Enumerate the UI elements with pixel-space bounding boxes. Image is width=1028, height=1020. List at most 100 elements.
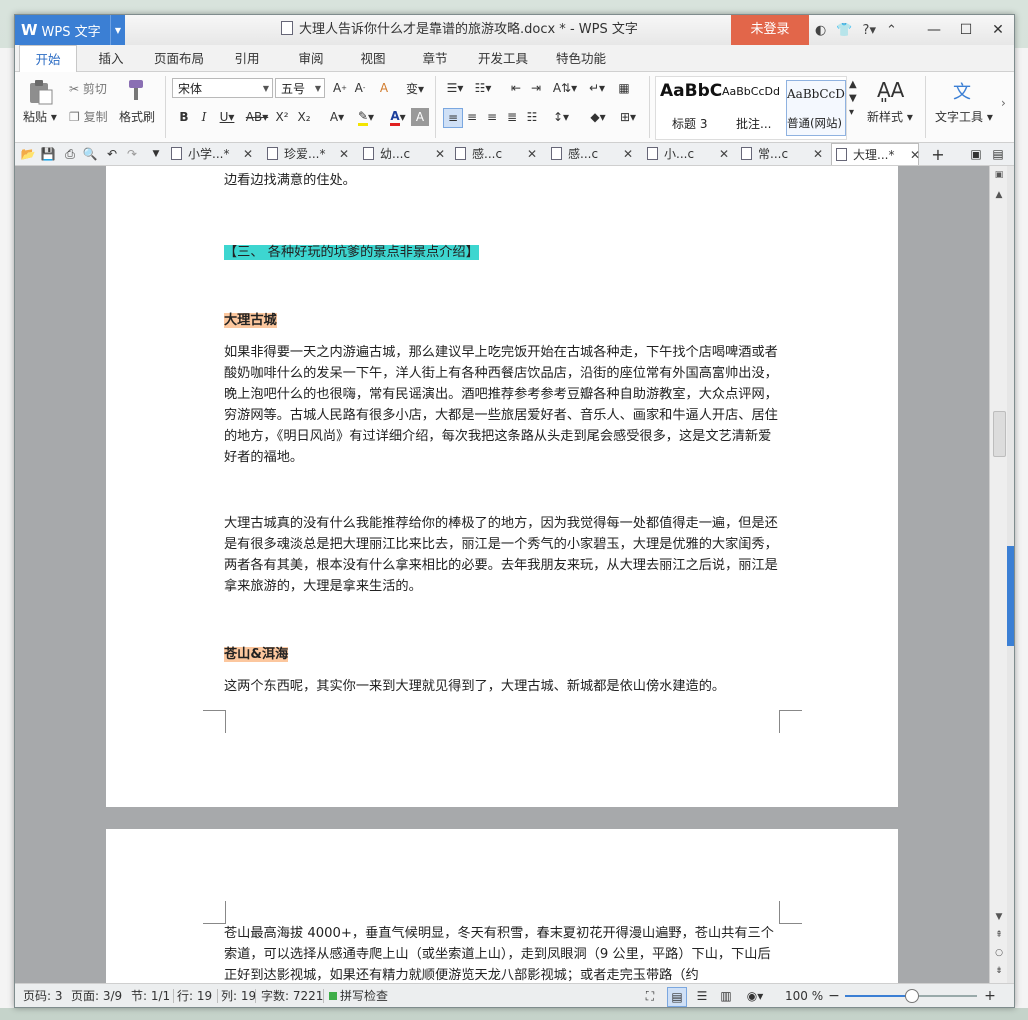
copy-button[interactable]: ❐ 复制 — [69, 108, 108, 125]
style-comment[interactable]: AaBbCcDd 批注... — [722, 81, 782, 135]
doc-tab[interactable]: 常...c ✕ — [741, 143, 823, 165]
redo-icon[interactable]: ↷ — [123, 145, 141, 163]
doc-tab[interactable]: 珍爱...* ✕ — [267, 143, 349, 165]
chevron-down-icon[interactable]: ▼ — [110, 15, 125, 45]
tab-view[interactable]: 视图 — [353, 45, 393, 71]
cut-button[interactable]: ✂ 剪切 — [69, 80, 107, 97]
prev-page-icon[interactable]: ⇞ — [993, 930, 1005, 940]
shrink-font-icon[interactable]: A- — [351, 79, 369, 97]
select-browse-icon[interactable]: ○ — [993, 948, 1005, 958]
line-spacing-icon[interactable]: ↕▾ — [549, 108, 573, 126]
subscript-icon[interactable]: X₂ — [295, 108, 313, 126]
status-row[interactable]: 行: 19 — [177, 984, 212, 1007]
style-gallery-scroll[interactable]: ▲ ▼ ▾ — [849, 78, 857, 120]
new-style-button[interactable]: 新样式 ▾ — [867, 108, 913, 125]
close-tab-icon[interactable]: ✕ — [435, 143, 445, 165]
grow-font-icon[interactable]: A + — [331, 79, 349, 97]
scroll-up-icon[interactable]: ▲ — [993, 190, 1005, 200]
align-center-icon[interactable]: ≡ — [463, 108, 481, 126]
close-tab-icon[interactable]: ✕ — [719, 143, 729, 165]
zoom-in-icon[interactable]: + — [981, 987, 999, 1005]
clear-format-icon[interactable]: A — [375, 79, 393, 97]
font-size-select[interactable]: 五号 ▼ — [275, 78, 325, 98]
status-word-count[interactable]: 字数: 7221 — [261, 984, 323, 1007]
tab-review[interactable]: 审阅 — [291, 45, 331, 71]
help-button[interactable]: ?▾ — [863, 23, 876, 38]
tab-developer[interactable]: 开发工具 — [475, 45, 531, 71]
tab-references[interactable]: 引用 — [227, 45, 267, 71]
superscript-icon[interactable]: X² — [273, 108, 291, 126]
char-shading-icon[interactable]: A — [411, 108, 429, 126]
tab-home[interactable]: 开始 — [19, 45, 77, 73]
numbered-list-icon[interactable]: ☷▾ — [471, 79, 495, 97]
close-tab-icon[interactable]: ✕ — [527, 143, 537, 165]
doc-tab[interactable]: 小...c ✕ — [647, 143, 729, 165]
app-menu-button[interactable]: W WPS 文字 ▼ — [15, 15, 125, 45]
tab-page-layout[interactable]: 页面布局 — [149, 45, 209, 71]
task-pane-toggle[interactable] — [1007, 546, 1014, 646]
eye-protect-icon[interactable]: ◉▾ — [741, 987, 769, 1005]
tab-menu-icon[interactable]: ▤ — [989, 145, 1007, 163]
paste-button[interactable] — [27, 78, 57, 106]
close-tab-icon[interactable]: ✕ — [813, 143, 823, 165]
increase-indent-icon[interactable]: ⇥ — [527, 79, 545, 97]
zoom-slider-knob[interactable] — [905, 989, 919, 1003]
spell-check-button[interactable]: 拼写检查 — [329, 984, 388, 1007]
text-tools-button[interactable]: 文字工具 ▾ — [935, 108, 993, 125]
tab-list-icon[interactable]: ▣ — [967, 145, 985, 163]
print-icon[interactable]: ⎙ — [61, 145, 79, 163]
reading-view-icon[interactable]: ▥ — [717, 987, 735, 1005]
phonetic-guide-icon[interactable]: 变▾ — [401, 79, 429, 97]
doc-tab[interactable]: 感...c ✕ — [455, 143, 537, 165]
collapse-ribbon-icon[interactable]: ⌃ — [886, 23, 897, 38]
skin-icon[interactable]: 👕 — [836, 23, 852, 38]
zoom-out-icon[interactable]: − — [825, 987, 843, 1005]
underline-icon[interactable]: U▾ — [215, 108, 239, 126]
close-tab-icon[interactable]: ✕ — [243, 143, 253, 165]
tab-insert[interactable]: 插入 — [91, 45, 131, 71]
tab-special-features[interactable]: 特色功能 — [551, 45, 611, 71]
save-icon[interactable]: 💾 — [39, 145, 57, 163]
vertical-scrollbar[interactable]: ▣ ▲ ▼ ⇞ ○ ⇟ — [989, 166, 1008, 983]
bold-icon[interactable]: B — [175, 108, 193, 126]
ribbon-more-icon[interactable]: › — [1001, 96, 1006, 110]
paste-label-button[interactable]: 粘贴 ▾ — [23, 108, 57, 125]
style-normal-web[interactable]: AaBbCcDd 普通(网站) — [786, 80, 846, 136]
status-pages[interactable]: 页面: 3/9 — [71, 984, 122, 1007]
zoom-slider[interactable] — [845, 989, 977, 1003]
tab-chapter[interactable]: 章节 — [415, 45, 455, 71]
close-tab-icon[interactable]: ✕ — [623, 143, 633, 165]
show-marks-icon[interactable]: ↵▾ — [585, 79, 609, 97]
close-tab-icon[interactable]: ✕ — [339, 143, 349, 165]
document-page[interactable]: 苍山最高海拔 4000+，垂直气候明显，冬天有积雪，春末夏初花开得漫山遍野，苍山… — [106, 829, 898, 983]
zoom-percent[interactable]: 100 % — [785, 984, 823, 1007]
status-section[interactable]: 节: 1/1 — [131, 984, 170, 1007]
status-page-number[interactable]: 页码: 3 — [23, 984, 63, 1007]
text-effect-icon[interactable]: A▾ — [321, 108, 353, 126]
print-preview-icon[interactable]: 🔍 — [81, 145, 99, 163]
login-button[interactable]: 未登录 — [731, 15, 809, 45]
format-painter-icon[interactable] — [123, 78, 149, 107]
doc-tab[interactable]: 感...c ✕ — [551, 143, 633, 165]
align-right-icon[interactable]: ≡ — [483, 108, 501, 126]
new-tab-icon[interactable]: + — [929, 145, 947, 164]
shading-fill-icon[interactable]: ◆▾ — [585, 108, 611, 126]
style-heading3[interactable]: AaBbC 标题 3 — [660, 81, 722, 135]
doc-tab[interactable]: 幼...c ✕ — [363, 143, 445, 165]
italic-icon[interactable]: I — [195, 108, 213, 126]
page-view-icon[interactable]: ▤ — [667, 987, 687, 1007]
open-file-icon[interactable]: 📂 — [19, 145, 37, 163]
maximize-icon[interactable]: ☐ — [950, 15, 982, 45]
outline-view-icon[interactable]: ☰ — [693, 987, 711, 1005]
text-tools-icon[interactable]: 文 — [953, 78, 971, 104]
bullet-list-icon[interactable]: ☰▾ — [443, 79, 467, 97]
scrollbar-thumb[interactable] — [993, 411, 1006, 457]
doc-tab[interactable]: 小学...* ✕ — [171, 143, 253, 165]
highlight-color-icon[interactable]: ✎ ▾ — [351, 108, 381, 126]
undo-icon[interactable]: ↶ — [103, 145, 121, 163]
doc-tab-active[interactable]: 大理...* ✕ — [831, 143, 920, 165]
status-column[interactable]: 列: 19 — [221, 984, 256, 1007]
font-color-icon[interactable]: A ▾ — [383, 108, 413, 126]
format-painter-button[interactable]: 格式刷 — [119, 108, 155, 125]
justify-icon[interactable]: ≣ — [503, 108, 521, 126]
